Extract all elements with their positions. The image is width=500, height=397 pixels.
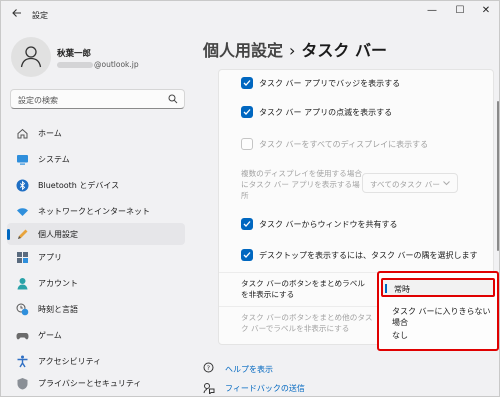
checkbox-checked[interactable]: [241, 77, 253, 89]
checkbox-checked[interactable]: [241, 218, 253, 230]
settings-window: 設定 — ☐ ✕ 秋葉一郎 @outlook.jp 設定の検索 ホーム システム…: [0, 0, 500, 397]
sidebar-item-accounts[interactable]: アカウント: [7, 272, 185, 294]
sidebar-item-privacy[interactable]: プライバシーとセキュリティ: [7, 372, 185, 394]
dropdown-option-when-full[interactable]: タスク バーに入りきらない場合: [381, 302, 495, 327]
person-icon: [20, 46, 42, 68]
sidebar-item-label: システム: [38, 155, 70, 164]
sidebar-item-personalization[interactable]: 個人用設定: [7, 223, 185, 245]
sidebar-item-apps[interactable]: アプリ: [7, 246, 185, 268]
selection-indicator: [385, 284, 387, 293]
svg-text:?: ?: [207, 364, 210, 372]
select-value: すべてのタスク バー: [370, 180, 440, 189]
setting-label: デスクトップを表示するには、タスク バーの隅を選択します: [259, 251, 478, 260]
shield-icon: [16, 377, 29, 390]
selection-indicator: [7, 229, 10, 240]
setting-share-window[interactable]: タスク バーからウィンドウを共有する: [219, 214, 493, 234]
breadcrumb-parent[interactable]: 個人用設定: [203, 41, 283, 60]
setting-label-multi-display: 複数のディスプレイを使用する場合にタスク バー アプリを表示する場所: [241, 169, 362, 200]
wifi-icon: [16, 205, 29, 218]
title-bar: 設定 — ☐ ✕: [1, 1, 499, 31]
sidebar-item-label: 時刻と言語: [38, 305, 78, 314]
dropdown-option-always[interactable]: 常時: [381, 278, 495, 297]
maximize-button[interactable]: ☐: [451, 5, 469, 19]
user-email: @outlook.jp: [57, 60, 139, 69]
setting-desktop-corner[interactable]: デスクトップを表示するには、タスク バーの隅を選択します: [219, 245, 493, 265]
sidebar-item-label: Bluetooth とデバイス: [38, 181, 120, 190]
setting-label-combine-other: タスク バーのボタンをまとめ他のタスク バーでラベルを非表示にする: [241, 313, 373, 333]
email-redacted: [57, 62, 93, 68]
help-icon: ?: [203, 362, 215, 374]
sidebar-item-network[interactable]: ネットワークとインターネット: [7, 200, 185, 222]
sidebar-item-label: プライバシーとセキュリティ: [38, 379, 142, 388]
window-title: 設定: [32, 11, 48, 20]
setting-label: タスク バー アプリでバッジを表示する: [259, 79, 401, 88]
combine-buttons-dropdown: 常時 タスク バーに入りきらない場合 なし: [377, 271, 499, 351]
feedback-icon: [203, 382, 215, 396]
monitor-icon: [16, 153, 29, 166]
minimize-button[interactable]: —: [423, 5, 441, 19]
back-arrow-icon[interactable]: [11, 7, 25, 21]
check-icon: [243, 80, 251, 86]
page-title: 個人用設定 › タスク バー: [203, 37, 387, 61]
checkbox-unchecked-disabled: [241, 138, 253, 150]
setting-label: タスク バーからウィンドウを共有する: [259, 220, 398, 229]
chevron-down-icon: [443, 179, 450, 188]
sidebar-item-accessibility[interactable]: アクセシビリティ: [7, 350, 185, 372]
clock-globe-icon: [16, 303, 29, 316]
sidebar-item-label: アカウント: [38, 279, 78, 288]
feedback-link[interactable]: フィードバックの送信: [225, 383, 305, 394]
sidebar-item-label: アクセシビリティ: [38, 357, 102, 366]
gamepad-icon: [16, 329, 29, 342]
accessibility-icon: [16, 355, 29, 368]
sidebar-item-label: ゲーム: [38, 331, 62, 340]
setting-label: タスク バー アプリの点滅を表示する: [259, 108, 393, 117]
check-icon: [243, 221, 251, 227]
checkbox-checked[interactable]: [241, 106, 253, 118]
multi-display-select: すべてのタスク バー: [362, 173, 458, 193]
bluetooth-icon: [16, 179, 29, 192]
setting-badges[interactable]: タスク バー アプリでバッジを表示する: [219, 73, 493, 93]
account-icon: [16, 277, 29, 290]
dropdown-option-never[interactable]: なし: [381, 326, 495, 345]
sidebar-item-bluetooth[interactable]: Bluetooth とデバイス: [7, 174, 185, 196]
sidebar-item-label: ホーム: [38, 129, 62, 138]
sidebar-item-label: ネットワークとインターネット: [38, 207, 150, 216]
scrollbar[interactable]: [497, 101, 499, 251]
apps-icon: [16, 251, 29, 264]
sidebar-item-time-language[interactable]: 時刻と言語: [7, 298, 185, 320]
sidebar-item-system[interactable]: システム: [7, 148, 185, 170]
option-label: 常時: [394, 285, 410, 294]
avatar[interactable]: [11, 37, 51, 77]
setting-label-combine: タスク バーのボタンをまとめラベルを非表示にする: [241, 279, 365, 299]
check-icon: [243, 109, 251, 115]
pen-icon: [16, 228, 29, 241]
breadcrumb-separator: ›: [289, 41, 296, 60]
home-icon: [16, 127, 29, 140]
close-button[interactable]: ✕: [477, 5, 495, 19]
setting-all-displays: タスク バーをすべてのディスプレイに表示する: [219, 134, 493, 154]
setting-label: タスク バーをすべてのディスプレイに表示する: [259, 140, 429, 149]
option-label: なし: [392, 331, 408, 340]
sidebar-item-label: アプリ: [38, 253, 62, 262]
sidebar-item-gaming[interactable]: ゲーム: [7, 324, 185, 346]
setting-flashing[interactable]: タスク バー アプリの点滅を表示する: [219, 102, 493, 122]
option-label: タスク バーに入りきらない場合: [392, 307, 491, 327]
search-icon: [168, 94, 178, 104]
email-domain: @outlook.jp: [94, 60, 139, 69]
check-icon: [243, 252, 251, 258]
breadcrumb-current: タスク バー: [301, 41, 387, 60]
help-link[interactable]: ヘルプを表示: [225, 364, 273, 375]
sidebar-item-home[interactable]: ホーム: [7, 122, 185, 144]
user-name: 秋葉一郎: [57, 49, 92, 59]
search-placeholder: 設定の検索: [18, 96, 58, 105]
sidebar-item-label: 個人用設定: [38, 230, 78, 239]
checkbox-checked[interactable]: [241, 249, 253, 261]
search-input[interactable]: 設定の検索: [10, 89, 185, 109]
